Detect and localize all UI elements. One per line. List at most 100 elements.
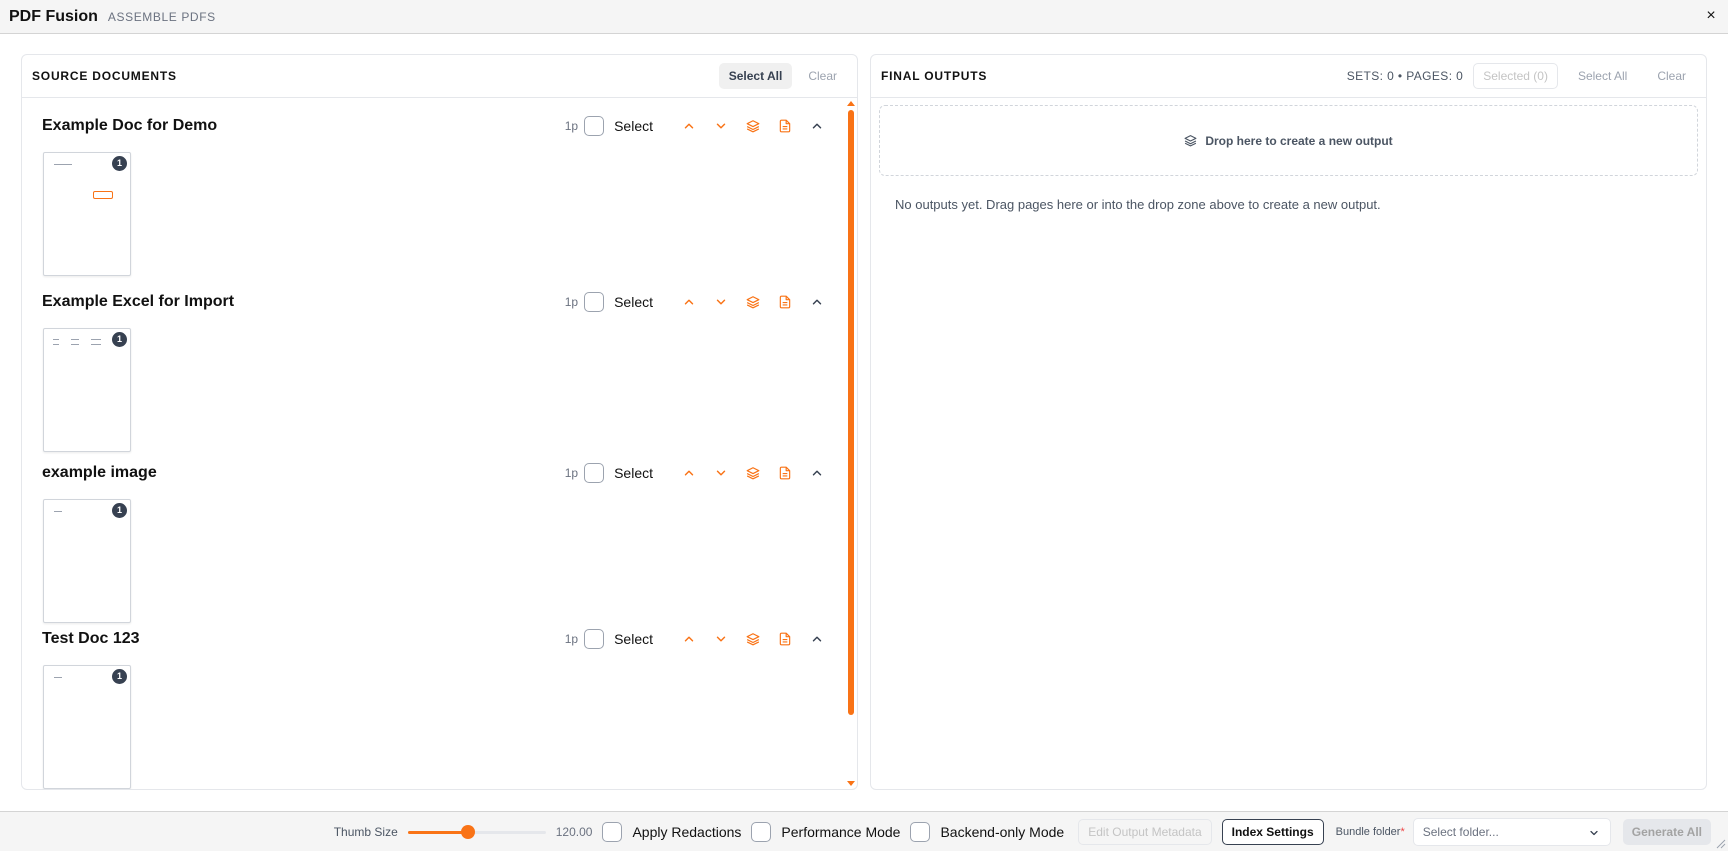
source-clear-button[interactable]: Clear <box>798 63 847 89</box>
apply-redactions-toggle[interactable]: Apply Redactions <box>602 821 751 842</box>
page-thumbnail[interactable]: 1 <box>43 328 131 452</box>
slider-fill <box>407 830 469 834</box>
final-outputs-panel: FINAL OUTPUTS SETS: 0 • PAGES: 0 Selecte… <box>870 54 1707 790</box>
source-document: Example Doc for Demo 1p Select 1 <box>22 108 845 284</box>
source-documents-panel: SOURCE DOCUMENTS Select All Clear Exampl… <box>21 54 858 790</box>
layers-icon[interactable] <box>745 294 761 310</box>
chevron-down-icon[interactable] <box>713 294 729 310</box>
thumb-size-label: Thumb Size <box>333 824 398 839</box>
document-select-checkbox[interactable] <box>584 463 605 483</box>
file-icon[interactable] <box>777 118 793 134</box>
backend-only-checkbox[interactable] <box>910 821 931 842</box>
outputs-stats: SETS: 0 • PAGES: 0 <box>1346 69 1464 83</box>
performance-mode-toggle[interactable]: Performance Mode <box>751 821 910 842</box>
layers-icon[interactable] <box>745 118 761 134</box>
chevron-up-icon[interactable] <box>681 631 697 647</box>
collapse-icon[interactable] <box>809 294 825 310</box>
apply-redactions-checkbox[interactable] <box>602 821 623 842</box>
document-page-count: 1p <box>564 119 579 133</box>
document-title: Test Doc 123 <box>42 630 140 647</box>
document-toolbar: 1p Select <box>565 621 825 657</box>
page-number-badge: 1 <box>112 669 127 684</box>
page-thumbnail[interactable]: 1 <box>43 499 131 623</box>
layers-icon[interactable] <box>745 465 761 481</box>
source-panel-title: SOURCE DOCUMENTS <box>32 69 177 83</box>
collapse-icon[interactable] <box>809 118 825 134</box>
page-number-badge: 1 <box>112 332 127 347</box>
dropzone-text: Drop here to create a new output <box>1205 133 1393 148</box>
layers-icon[interactable] <box>745 631 761 647</box>
scroll-up-arrow[interactable] <box>847 101 855 106</box>
outputs-panel-title: FINAL OUTPUTS <box>881 69 988 83</box>
thumb-size-value: 120.00 <box>555 824 593 839</box>
apply-redactions-label: Apply Redactions <box>632 823 742 840</box>
chevron-up-icon[interactable] <box>681 294 697 310</box>
chevron-up-icon[interactable] <box>681 465 697 481</box>
document-toolbar: 1p Select <box>565 455 825 491</box>
file-icon[interactable] <box>777 465 793 481</box>
title-bar: PDF Fusion ASSEMBLE PDFS × <box>0 0 1728 34</box>
scroll-down-arrow[interactable] <box>847 781 855 786</box>
outputs-select-all-button[interactable]: Select All <box>1568 63 1637 89</box>
page-thumbnail[interactable]: 1 <box>43 665 131 789</box>
document-title: example image <box>42 464 157 481</box>
page-number-badge: 1 <box>112 156 127 171</box>
source-document: Test Doc 123 1p Select 1 <box>22 621 845 789</box>
source-document: example image 1p Select 1 <box>22 455 845 631</box>
close-button[interactable]: × <box>1703 8 1719 24</box>
bundle-folder-label: Bundle folder* <box>1336 826 1405 838</box>
scrollbar[interactable] <box>845 98 857 789</box>
chevron-down-icon <box>1590 830 1598 835</box>
source-select-all-button[interactable]: Select All <box>718 63 793 89</box>
document-select-checkbox[interactable] <box>584 116 605 136</box>
selected-count-button[interactable]: Selected (0) <box>1473 63 1558 89</box>
document-select-checkbox[interactable] <box>584 629 605 649</box>
document-title: Example Doc for Demo <box>42 117 218 134</box>
performance-mode-label: Performance Mode <box>781 823 901 840</box>
outputs-panel-header: FINAL OUTPUTS SETS: 0 • PAGES: 0 Selecte… <box>871 55 1706 98</box>
document-page-count: 1p <box>564 295 579 309</box>
edit-output-metadata-button[interactable]: Edit Output Metadata <box>1078 818 1212 845</box>
source-panel-header: SOURCE DOCUMENTS Select All Clear <box>22 55 857 98</box>
bundle-folder-placeholder: Select folder... <box>1422 824 1499 839</box>
backend-only-toggle[interactable]: Backend-only Mode <box>910 821 1074 842</box>
thumb-size-slider[interactable] <box>407 824 546 840</box>
index-settings-button[interactable]: Index Settings <box>1221 818 1324 845</box>
bundle-folder-label-text: Bundle folder <box>1335 825 1401 838</box>
document-title: Example Excel for Import <box>42 293 235 310</box>
document-list: Example Doc for Demo 1p Select 1 Example Exc… <box>22 98 845 789</box>
collapse-icon[interactable] <box>809 631 825 647</box>
footer-toolbar: Thumb Size 120.00 Apply Redactions Perfo… <box>0 811 1728 851</box>
document-select-checkbox[interactable] <box>584 292 605 312</box>
document-page-count: 1p <box>564 466 579 480</box>
new-output-dropzone[interactable]: Drop here to create a new output <box>879 105 1698 176</box>
document-select-label: Select <box>614 631 653 647</box>
document-toolbar: 1p Select <box>565 108 825 144</box>
document-page-count: 1p <box>564 632 579 646</box>
page-thumbnail[interactable]: 1 <box>43 152 131 276</box>
chevron-down-icon[interactable] <box>713 465 729 481</box>
outputs-clear-button[interactable]: Clear <box>1647 63 1696 89</box>
backend-only-label: Backend-only Mode <box>940 823 1065 840</box>
performance-mode-checkbox[interactable] <box>751 821 772 842</box>
layers-icon <box>1184 134 1197 147</box>
app-subtitle: ASSEMBLE PDFS <box>107 9 216 24</box>
generate-all-button[interactable]: Generate All <box>1622 818 1711 845</box>
document-select-label: Select <box>614 118 653 134</box>
slider-knob[interactable] <box>461 824 476 839</box>
document-select-label: Select <box>614 465 653 481</box>
collapse-icon[interactable] <box>809 465 825 481</box>
chevron-down-icon[interactable] <box>713 631 729 647</box>
scrollbar-thumb[interactable] <box>848 110 854 715</box>
chevron-up-icon[interactable] <box>681 118 697 134</box>
main-area: SOURCE DOCUMENTS Select All Clear Exampl… <box>0 34 1728 811</box>
chevron-down-icon[interactable] <box>713 118 729 134</box>
required-mark: * <box>1400 825 1405 838</box>
file-icon[interactable] <box>777 294 793 310</box>
resize-handle-icon[interactable] <box>1716 839 1726 849</box>
bundle-folder-select[interactable]: Select folder... <box>1412 817 1611 846</box>
source-document: Example Excel for Import 1p Select 1 <box>22 284 845 460</box>
file-icon[interactable] <box>777 631 793 647</box>
empty-outputs-message: No outputs yet. Drag pages here or into … <box>895 197 1381 212</box>
app-title: PDF Fusion <box>9 7 98 25</box>
